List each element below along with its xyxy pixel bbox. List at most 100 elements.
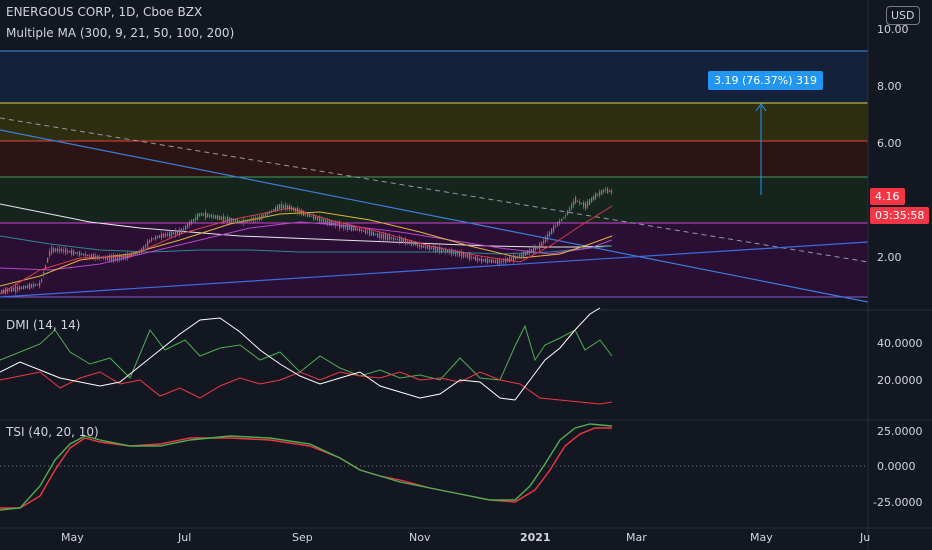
- candle-body: [561, 218, 563, 222]
- candle-body: [227, 216, 229, 223]
- candle-body: [419, 244, 421, 247]
- candle-body: [545, 236, 547, 242]
- dmi-title[interactable]: DMI (14, 14): [6, 318, 80, 332]
- candle-body: [127, 253, 129, 259]
- candle-body: [285, 204, 287, 210]
- candle-body: [301, 210, 303, 215]
- candle-body: [463, 252, 465, 258]
- candle-body: [307, 212, 309, 217]
- candle-body: [175, 231, 177, 235]
- dmi-plus-line[interactable]: [0, 324, 613, 381]
- candle-body: [423, 245, 425, 248]
- zone-maroon: [0, 141, 868, 177]
- candle-body: [99, 257, 101, 259]
- time-label-nov: Nov: [409, 531, 431, 544]
- candle-body: [543, 240, 545, 244]
- candle-body: [385, 234, 387, 240]
- tsi-tick-neg25: -25.0000: [873, 496, 923, 509]
- candle-body: [253, 217, 255, 222]
- price-tick-2: 2.00: [877, 251, 902, 264]
- candle-body: [323, 218, 325, 224]
- candle-body: [477, 257, 479, 261]
- candle-body: [267, 213, 269, 215]
- candle-body: [181, 228, 183, 234]
- candle-body: [265, 212, 267, 218]
- candle-body: [499, 260, 501, 264]
- tsi-title[interactable]: TSI (40, 20, 10): [6, 425, 99, 439]
- candle-body: [185, 225, 187, 230]
- candle-body: [115, 256, 117, 260]
- candle-body: [589, 199, 591, 205]
- candle-body: [391, 237, 393, 240]
- candle-body: [11, 287, 13, 292]
- candle-body: [295, 208, 297, 212]
- candle-body: [281, 203, 283, 209]
- dmi-tick-40: 40.0000: [877, 337, 923, 350]
- candle-body: [221, 216, 223, 220]
- candle-body: [29, 283, 31, 290]
- candle-body: [59, 248, 61, 252]
- candle-body: [473, 256, 475, 259]
- candle-body: [37, 283, 39, 286]
- candle-body: [569, 208, 571, 212]
- candle-body: [165, 233, 167, 237]
- candle-body: [467, 254, 469, 258]
- candle-body: [289, 205, 291, 211]
- candle-body: [433, 247, 435, 251]
- candle-body: [13, 287, 15, 292]
- candle-body: [435, 246, 437, 252]
- dmi-minus-line[interactable]: [0, 371, 613, 405]
- candle-body: [79, 251, 81, 257]
- candle-body: [591, 197, 593, 203]
- candle-body: [605, 189, 607, 191]
- adx-line[interactable]: [0, 307, 601, 401]
- chart-window: ENERGOUS CORP, 1D, Cboe BZX Multiple MA …: [0, 0, 932, 550]
- candle-body: [585, 203, 587, 209]
- candle-body: [53, 247, 55, 253]
- candle-body: [317, 217, 319, 221]
- candle-body: [275, 207, 277, 211]
- candle-body: [91, 254, 93, 258]
- candle-body: [107, 256, 109, 260]
- candle-body: [183, 228, 185, 231]
- candle-body: [549, 231, 551, 237]
- candle-body: [263, 214, 265, 218]
- candle-body: [553, 225, 555, 232]
- candle-body: [193, 218, 195, 222]
- candle-body: [373, 232, 375, 236]
- candle-body: [7, 289, 9, 292]
- candle-body: [571, 204, 573, 209]
- candle-body: [23, 285, 25, 290]
- measure-label[interactable]: 3.19 (76.37%) 319: [708, 71, 824, 90]
- candle-body: [341, 225, 343, 228]
- candle-body: [475, 256, 477, 261]
- candle-body: [39, 281, 41, 287]
- candle-body: [49, 250, 51, 256]
- candle-body: [339, 223, 341, 229]
- candle-body: [587, 201, 589, 207]
- candle-body: [279, 204, 281, 210]
- candle-body: [353, 226, 355, 231]
- candle-body: [117, 255, 119, 261]
- candle-body: [535, 247, 537, 250]
- candle-body: [249, 218, 251, 222]
- candle-body: [471, 256, 473, 258]
- candle-body: [213, 215, 215, 218]
- candle-body: [215, 215, 217, 219]
- candle-body: [45, 265, 47, 269]
- candle-body: [121, 257, 123, 259]
- indicator-title[interactable]: Multiple MA (300, 9, 21, 50, 100, 200): [6, 26, 234, 40]
- symbol-title[interactable]: ENERGOUS CORP, 1D, Cboe BZX: [6, 5, 202, 19]
- candle-body: [131, 252, 133, 257]
- candle-body: [243, 219, 245, 224]
- candle-body: [303, 210, 305, 216]
- candle-body: [359, 228, 361, 231]
- candle-body: [69, 250, 71, 253]
- candle-body: [415, 243, 417, 246]
- candle-body: [311, 215, 313, 217]
- candle-body: [299, 210, 301, 213]
- candle-body: [305, 213, 307, 215]
- candle-body: [73, 249, 75, 256]
- candle-body: [273, 208, 275, 212]
- countdown-badge: 03:35:58: [870, 207, 930, 224]
